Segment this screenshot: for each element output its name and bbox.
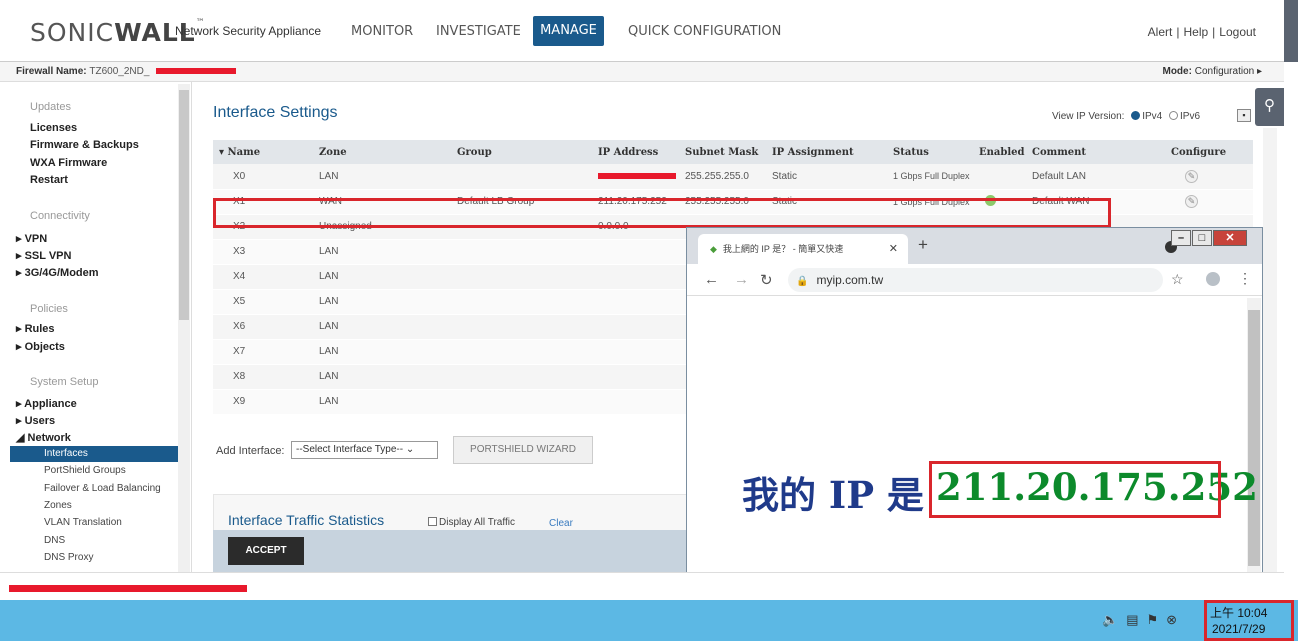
sidebar-item-failover-load-balancing[interactable]: Failover & Load Balancing — [44, 483, 161, 494]
sidebar-item-vpn[interactable]: ▸ VPN — [16, 232, 47, 245]
configure-icon[interactable]: ✎ — [1185, 195, 1198, 208]
nav-manage[interactable]: MANAGE — [533, 16, 604, 46]
sidebar-item-appliance[interactable]: ▸ Appliance — [16, 397, 77, 410]
interface-type-select[interactable]: --Select Interface Type-- ⌄ — [291, 441, 438, 459]
address-bar[interactable]: 🔒 myip.com.tw — [788, 268, 1163, 292]
favicon-icon: ◆ — [710, 244, 717, 254]
highlight-box-x1-row — [213, 198, 1111, 228]
system-tray: 🔈 ▤ ⚑ ⊗ — [1102, 612, 1185, 628]
search-icon[interactable]: ⚲ — [1255, 88, 1284, 126]
display-all-traffic-checkbox[interactable]: Display All Traffic — [428, 517, 515, 528]
menu-kebab-icon[interactable]: ⋮ — [1238, 270, 1252, 287]
sidebar-item-restart[interactable]: Restart — [30, 174, 68, 186]
sidebar-header-policies: Policies — [30, 303, 68, 315]
main-scrollbar[interactable] — [1263, 128, 1277, 572]
nav-quick-configuration[interactable]: QUICK CONFIGURATION — [628, 24, 781, 39]
close-window-icon[interactable]: ✕ — [1213, 230, 1247, 246]
bookmark-star-icon[interactable]: ☆ — [1171, 271, 1184, 288]
sidebar-item-firmware-backups[interactable]: Firmware & Backups — [30, 139, 139, 151]
firewall-name: Firewall Name: TZ600_2ND_ — [16, 66, 150, 77]
sidebar-header-updates: Updates — [30, 101, 71, 113]
sidebar-header-connectivity: Connectivity — [30, 210, 90, 222]
network-icon[interactable]: ▤ — [1126, 612, 1138, 627]
traffic-statistics-title: Interface Traffic Statistics — [228, 512, 385, 528]
close-tab-icon[interactable]: ✕ — [889, 234, 898, 264]
sidebar-item-dns[interactable]: DNS — [44, 535, 65, 546]
col-group[interactable]: Group — [451, 140, 592, 164]
col-enabled[interactable]: Enabled — [973, 140, 1026, 164]
sidebar-item-rules[interactable]: ▸ Rules — [16, 322, 55, 335]
nav-monitor[interactable]: MONITOR — [351, 24, 413, 39]
col-zone[interactable]: Zone — [313, 140, 451, 164]
sidebar-item-interfaces[interactable]: Interfaces — [10, 446, 178, 462]
col-status[interactable]: Status — [887, 140, 973, 164]
collapse-button[interactable]: ▪ — [1237, 109, 1251, 122]
mode-indicator[interactable]: Mode: Configuration ▸ — [1162, 66, 1262, 77]
window-controls: – □ ✕ — [1170, 228, 1247, 246]
flag-icon[interactable]: ⚑ — [1146, 612, 1158, 627]
profile-avatar-icon[interactable] — [1206, 272, 1220, 286]
sidebar-item-users[interactable]: ▸ Users — [16, 414, 55, 427]
table-row: X0 LAN 255.255.255.0 Static 1 Gbps Full … — [213, 164, 1253, 190]
accept-button[interactable]: ACCEPT — [228, 537, 304, 565]
col-name[interactable]: ▾ Name — [213, 140, 313, 164]
lock-icon: 🔒 — [796, 276, 809, 287]
ipv4-radio[interactable] — [1131, 111, 1141, 120]
redaction-bar — [156, 68, 236, 74]
reload-icon[interactable]: ↻ — [760, 271, 773, 289]
col-subnet-mask[interactable]: Subnet Mask — [679, 140, 766, 164]
sidebar-item-3g-4g-modem[interactable]: ▸ 3G/4G/Modem — [16, 266, 99, 279]
sidebar-item-portshield-groups[interactable]: PortShield Groups — [44, 465, 126, 476]
sidebar-item-objects[interactable]: ▸ Objects — [16, 340, 65, 353]
volume-icon[interactable]: 🔈 — [1102, 612, 1118, 627]
highlight-box-clock — [1204, 600, 1294, 641]
sidebar-item-licenses[interactable]: Licenses — [30, 122, 77, 134]
sidebar-item-vlan-translation[interactable]: VLAN Translation — [44, 517, 122, 528]
my-ip-label: 我的 IP 是 — [742, 473, 924, 517]
product-name: Network Security Appliance — [175, 24, 322, 38]
sidebar-item-wxa-firmware[interactable]: WXA Firmware — [30, 157, 107, 169]
forward-icon[interactable]: → — [734, 271, 749, 288]
ip-version-selector: View IP Version: IPv4 IPv6 — [1052, 111, 1201, 122]
browser-tab[interactable]: ◆ 我上網的 IP 是？ - 簡單又快速 ✕ — [698, 234, 908, 264]
maximize-icon[interactable]: □ — [1192, 230, 1212, 246]
col-configure[interactable]: Configure — [1165, 140, 1253, 164]
col-comment[interactable]: Comment — [1026, 140, 1165, 164]
window-scrollbar-top — [1284, 0, 1298, 62]
tray-close-icon[interactable]: ⊗ — [1166, 612, 1177, 627]
redaction-bar — [598, 173, 676, 180]
configure-icon[interactable]: ✎ — [1185, 169, 1198, 183]
clear-link[interactable]: Clear — [549, 518, 573, 529]
sidebar-item-ssl-vpn[interactable]: ▸ SSL VPN — [16, 249, 71, 262]
alert-link[interactable]: Alert — [1148, 25, 1173, 39]
sidebar-item-network[interactable]: ◢ Network — [16, 431, 71, 444]
redaction-bar — [9, 585, 247, 592]
page-title: Interface Settings — [213, 104, 338, 121]
nav-investigate[interactable]: INVESTIGATE — [436, 24, 521, 39]
col-ip-assignment[interactable]: IP Assignment — [766, 140, 887, 164]
sidebar-item-dns-proxy[interactable]: DNS Proxy — [44, 552, 93, 563]
ipv6-radio[interactable] — [1169, 111, 1179, 120]
table-header-row: ▾ Name Zone Group IP Address Subnet Mask… — [213, 140, 1253, 164]
highlight-box-ip — [929, 461, 1221, 518]
sidebar-item-zones[interactable]: Zones — [44, 500, 72, 511]
minimize-icon[interactable]: – — [1171, 230, 1191, 246]
top-links: Alert | Help | Logout — [1147, 25, 1256, 39]
back-icon[interactable]: ← — [704, 271, 719, 288]
logout-link[interactable]: Logout — [1219, 25, 1256, 39]
help-link[interactable]: Help — [1183, 25, 1208, 39]
sidebar-header-system-setup: System Setup — [30, 376, 99, 388]
portshield-wizard-button[interactable]: PORTSHIELD WIZARD — [453, 436, 593, 464]
add-interface-label: Add Interface: — [216, 445, 285, 457]
col-ip-address[interactable]: IP Address — [592, 140, 679, 164]
new-tab-icon[interactable]: + — [918, 235, 928, 255]
sidebar-scrollbar-thumb[interactable] — [179, 90, 189, 320]
browser-scrollbar-thumb[interactable] — [1248, 310, 1260, 566]
